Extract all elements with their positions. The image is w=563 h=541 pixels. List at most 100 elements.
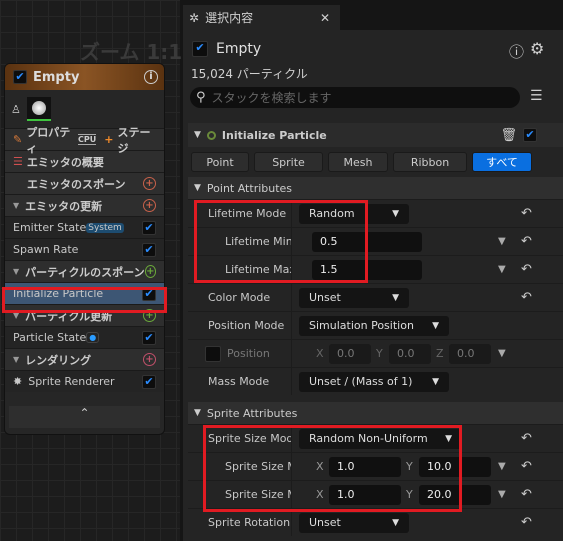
- filter-tab[interactable]: Ribbon: [393, 152, 467, 172]
- position-checkbox[interactable]: [205, 345, 221, 362]
- row-position-mode: Position Mode Simulation Position ▼: [188, 311, 563, 339]
- chevron-down-icon[interactable]: ▼: [498, 236, 506, 247]
- add-icon[interactable]: +: [143, 353, 156, 366]
- row-label: Position Mode: [188, 312, 292, 339]
- emitter-node[interactable]: ✔ Empty i ♙ ✎ プロパティ CPU + ステージ ☰ エミッタの概要エ…: [4, 63, 165, 435]
- dropdown-value: Unset / (Mass of 1): [309, 375, 413, 388]
- node-item[interactable]: ▼ パーティクルのスポーン +: [5, 260, 164, 282]
- chevron-down-icon[interactable]: ▼: [498, 489, 506, 500]
- scope-badge: System: [86, 222, 124, 233]
- row-label: Color Mode: [188, 284, 292, 311]
- properties-button[interactable]: プロパティ: [26, 124, 74, 156]
- node-item[interactable]: Spawn Rate ✔: [5, 238, 164, 260]
- item-checkbox[interactable]: ✔: [142, 220, 156, 235]
- reset-icon[interactable]: ↶: [521, 515, 532, 530]
- node-item[interactable]: Emitter State System ✔: [5, 216, 164, 238]
- enable-checkbox[interactable]: ✔: [13, 70, 27, 84]
- add-icon[interactable]: +: [143, 199, 156, 212]
- filter-icon[interactable]: ☰: [530, 88, 543, 104]
- emitter-enable-checkbox[interactable]: ✔: [192, 41, 208, 57]
- item-checkbox[interactable]: ✔: [142, 330, 156, 345]
- info-icon[interactable]: i: [144, 70, 158, 84]
- emitter-name: Empty: [216, 41, 262, 57]
- node-title: Empty: [33, 69, 80, 85]
- add-icon[interactable]: +: [144, 265, 156, 278]
- section-sprite-attributes[interactable]: ▼ Sprite Attributes: [188, 402, 563, 424]
- collapse-arrow-icon: ▼: [194, 408, 201, 418]
- node-header[interactable]: ✔ Empty i: [5, 64, 164, 90]
- x-input[interactable]: 0.0: [329, 343, 371, 364]
- gear-icon[interactable]: ⚙: [530, 39, 544, 58]
- section-title: Sprite Attributes: [206, 406, 298, 420]
- axis-label: X: [316, 347, 324, 360]
- close-icon[interactable]: ✕: [320, 11, 330, 25]
- collapse-button[interactable]: ⌃: [9, 406, 160, 428]
- chevron-down-icon: ▼: [392, 517, 399, 528]
- dropdown[interactable]: Simulation Position ▼: [299, 315, 449, 336]
- item-checkbox[interactable]: ✔: [142, 242, 156, 257]
- filter-tab[interactable]: Sprite: [254, 152, 323, 172]
- item-label: Particle State: [13, 331, 87, 344]
- filter-tab[interactable]: Point: [191, 152, 249, 172]
- module-header[interactable]: ▼ Initialize Particle 🗑 ✔: [188, 123, 563, 147]
- z-input[interactable]: 0.0: [449, 343, 491, 364]
- item-checkbox[interactable]: ✔: [142, 374, 156, 389]
- item-label: Sprite Renderer: [28, 375, 115, 388]
- module-enable-checkbox[interactable]: ✔: [523, 128, 537, 142]
- section-point-attributes[interactable]: ▼ Point Attributes: [188, 177, 563, 199]
- zoom-label: ズーム 1:1: [80, 40, 183, 64]
- node-item[interactable]: ▼ エミッタの更新 +: [5, 194, 164, 216]
- row-sprite-rotation: Sprite Rotation Unset ▼ ↶: [188, 508, 563, 536]
- reset-icon[interactable]: ↶: [521, 431, 532, 446]
- node-item[interactable]: エミッタのスポーン +: [5, 172, 164, 194]
- reset-icon[interactable]: ↶: [521, 262, 532, 277]
- chevron-down-icon[interactable]: ▼: [498, 264, 506, 275]
- highlight-box: [203, 425, 462, 512]
- module-status-icon: [206, 130, 216, 140]
- dropdown[interactable]: Unset ▼: [299, 287, 409, 308]
- search-icon: ⚲: [196, 90, 206, 105]
- dropdown-value: Unset: [309, 516, 341, 529]
- search-input[interactable]: ⚲ スタックを検索します: [190, 87, 520, 108]
- highlight-box: [194, 200, 368, 283]
- filter-tab[interactable]: すべて: [472, 152, 532, 172]
- chevron-down-icon[interactable]: ▼: [498, 461, 506, 472]
- item-label: パーティクルのスポーン: [25, 265, 145, 279]
- chevron-down-icon[interactable]: ▼: [498, 348, 506, 359]
- dropdown[interactable]: Unset ▼: [299, 512, 409, 533]
- filter-tab[interactable]: Mesh: [328, 152, 388, 172]
- item-label: Emitter State: [13, 221, 87, 234]
- collapse-arrow-icon: ▼: [194, 183, 201, 193]
- tab-selection[interactable]: ✲ 選択内容 ✕: [183, 5, 340, 30]
- item-label: エミッタの更新: [25, 199, 103, 213]
- reset-icon[interactable]: ↶: [521, 459, 532, 474]
- reset-icon[interactable]: ↶: [521, 487, 532, 502]
- collapse-arrow-icon: ▼: [13, 267, 20, 276]
- info-icon[interactable]: ⓘ: [509, 41, 524, 62]
- reset-icon[interactable]: ↶: [521, 290, 532, 305]
- row-label: Mass Mode: [188, 368, 292, 395]
- trash-icon[interactable]: 🗑: [500, 128, 517, 143]
- dot-icon: ●: [86, 332, 100, 343]
- section-title: Point Attributes: [206, 181, 293, 195]
- stage-button[interactable]: ステージ: [117, 124, 156, 156]
- add-icon[interactable]: +: [143, 177, 156, 190]
- node-item[interactable]: ✸ Sprite Renderer ✔: [5, 370, 164, 392]
- chevron-down-icon: ▼: [432, 320, 439, 331]
- chevron-down-icon: ▼: [392, 208, 399, 219]
- search-placeholder: スタックを検索します: [211, 91, 332, 105]
- dropdown-value: Simulation Position: [309, 319, 414, 332]
- dropdown[interactable]: Unset / (Mass of 1) ▼: [299, 371, 449, 392]
- row-label: Sprite Rotation: [188, 509, 292, 536]
- chevron-down-icon: ▼: [432, 376, 439, 387]
- row-position: Position X 0.0 Y 0.0 Z 0.0 ▼: [188, 339, 563, 367]
- reset-icon[interactable]: ↶: [521, 206, 532, 221]
- reset-icon[interactable]: ↶: [521, 234, 532, 249]
- row-mass-mode: Mass Mode Unset / (Mass of 1) ▼: [188, 367, 563, 395]
- node-item[interactable]: Particle State ● ✔: [5, 326, 164, 348]
- node-item[interactable]: ▼ レンダリング +: [5, 348, 164, 370]
- item-label: Spawn Rate: [13, 243, 79, 256]
- y-input[interactable]: 0.0: [389, 343, 431, 364]
- add-icon: +: [104, 133, 114, 146]
- module-title: Initialize Particle: [221, 128, 327, 142]
